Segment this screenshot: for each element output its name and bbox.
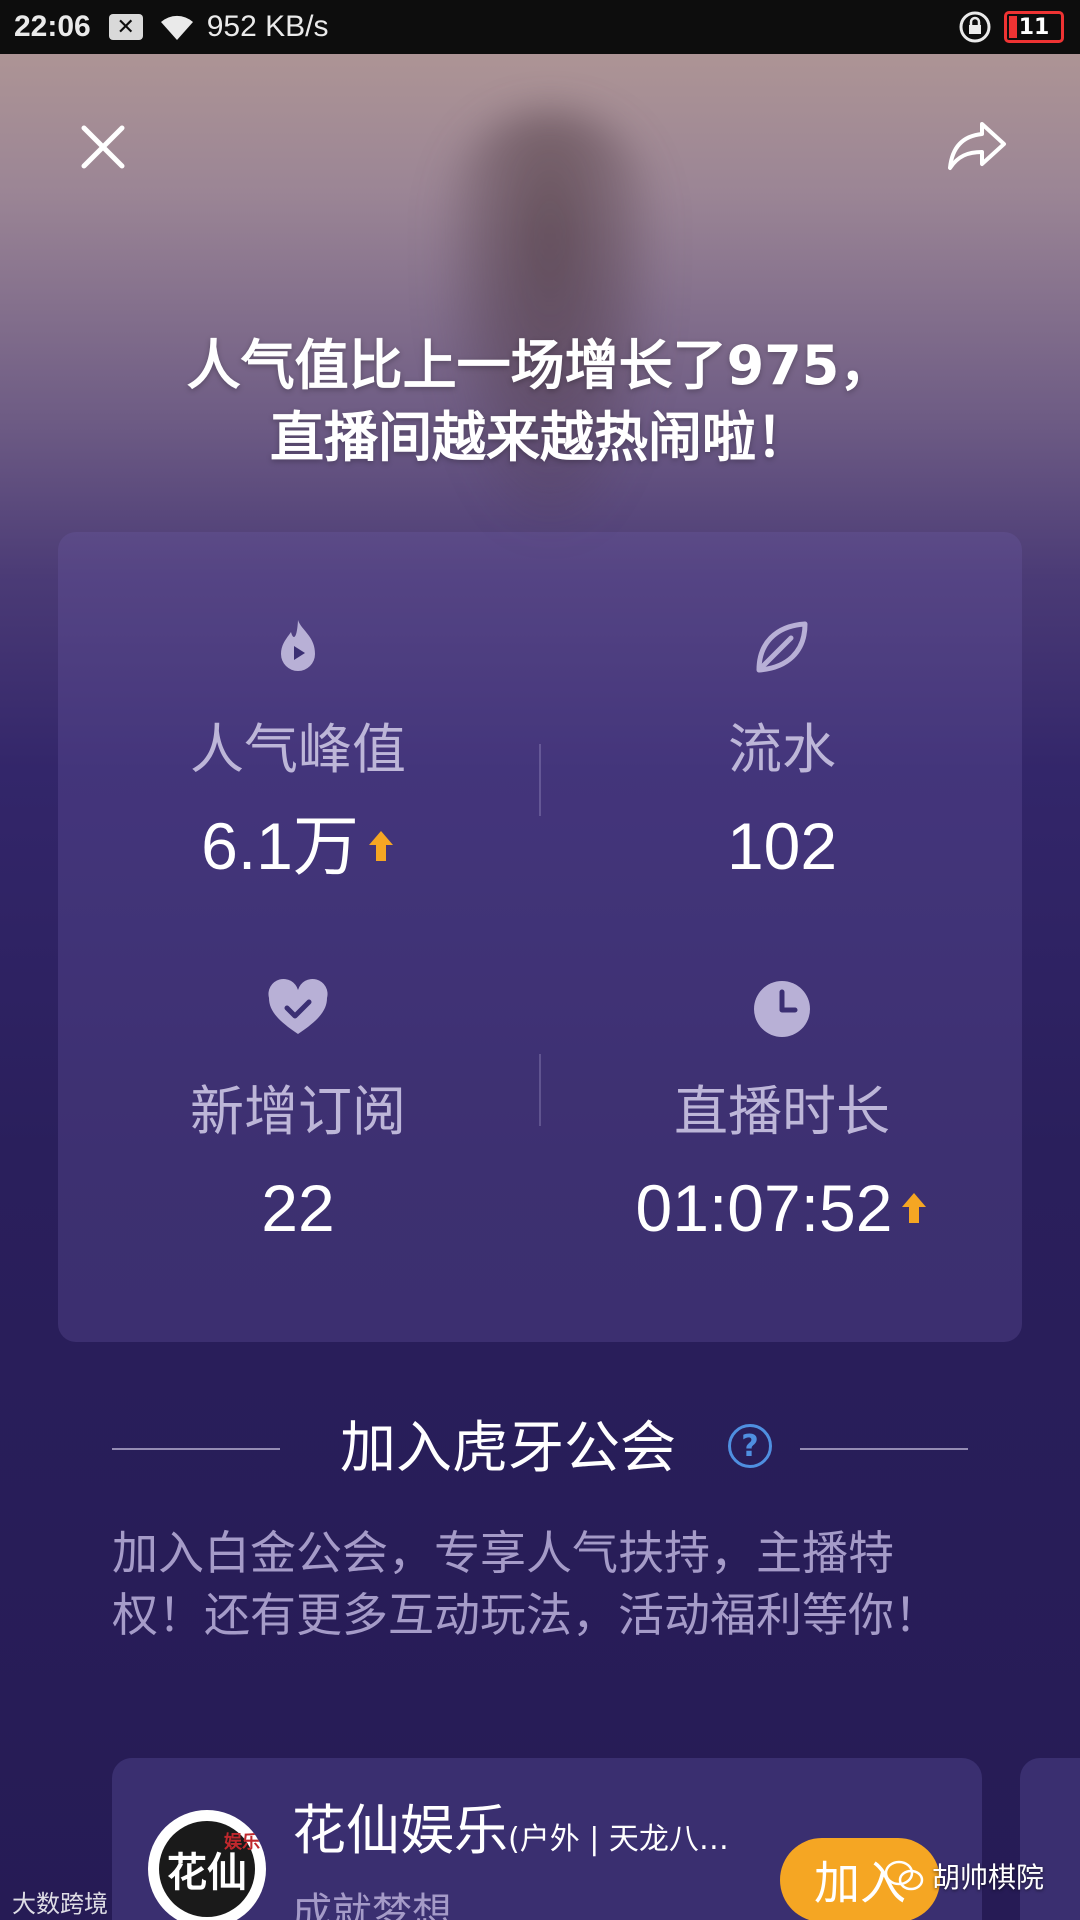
- guild-logo-badge: 娱乐: [224, 1832, 260, 1853]
- status-time: 22:06: [14, 10, 91, 43]
- network-speed: 952 KB/s: [206, 10, 329, 43]
- guild-name: 花仙娱乐: [292, 1799, 508, 1862]
- rotation-lock-icon: [959, 11, 991, 43]
- help-icon[interactable]: ?: [728, 1424, 772, 1468]
- watermark-left: 大数跨境: [12, 1884, 108, 1919]
- close-icon[interactable]: [78, 122, 128, 172]
- flame-play-icon: [281, 620, 315, 671]
- peak-popularity-value: 6.1万: [201, 809, 359, 883]
- status-bar: 22:06 ✕ 952 KB/s 11: [0, 0, 1080, 54]
- share-arrow-icon[interactable]: [946, 118, 1008, 172]
- watermark-left-text: 大数跨境: [12, 1890, 108, 1918]
- stat-label: 直播时长: [674, 1080, 890, 1143]
- live-summary-screen: 22:06 ✕ 952 KB/s 11 人气值比上一场增长了975， 直播间越来…: [0, 0, 1080, 1920]
- stat-revenue: 流水 102: [542, 616, 1022, 884]
- guild-description: 加入白金公会，专享人气扶持，主播特权！还有更多互动玩法，活动福利等你！: [112, 1526, 940, 1642]
- heart-check-icon: [268, 978, 328, 1034]
- clock-icon: [754, 981, 810, 1037]
- stat-label: 人气峰值: [190, 718, 406, 781]
- battery-indicator: 11: [1004, 11, 1064, 43]
- wechat-icon: [884, 1860, 924, 1891]
- headline-line-1: 人气值比上一场增长了975，: [186, 334, 894, 397]
- guild-name-row: 花仙娱乐(户外 | 天龙八…: [292, 1786, 729, 1865]
- leaf-icon: [756, 621, 808, 673]
- stat-value: 22: [261, 1171, 335, 1245]
- guild-tags: (户外 | 天龙八…: [508, 1822, 729, 1857]
- vertical-divider: [539, 744, 541, 816]
- guild-section-title: 加入虎牙公会: [340, 1416, 676, 1481]
- wifi-icon: [160, 15, 193, 40]
- trend-up-icon: [902, 1193, 927, 1223]
- stat-new-subscriptions: 新增订阅 22: [58, 978, 538, 1246]
- stat-value: 6.1万: [201, 808, 395, 884]
- watermark-right: 胡帅棋院: [884, 1856, 1044, 1896]
- vertical-divider: [539, 1054, 541, 1126]
- stat-live-duration: 直播时长 01:07:52: [542, 978, 1022, 1246]
- guild-card[interactable]: 花仙 娱乐 花仙娱乐(户外 | 天龙八… 成就梦想 加入: [112, 1758, 982, 1920]
- x-box-icon: ✕: [108, 14, 143, 40]
- stat-value: 01:07:52: [636, 1170, 929, 1246]
- divider-left: [112, 1448, 280, 1450]
- guild-section-header: 加入虎牙公会 ?: [0, 1408, 1080, 1488]
- watermark-right-text: 胡帅棋院: [932, 1861, 1045, 1894]
- stat-label: 新增订阅: [190, 1080, 406, 1143]
- headline: 人气值比上一场增长了975， 直播间越来越热闹啦！: [0, 330, 1080, 474]
- divider-right: [800, 1448, 968, 1450]
- stat-peak-popularity: 人气峰值 6.1万: [58, 616, 538, 884]
- stat-value: 102: [726, 809, 838, 883]
- trend-up-icon: [368, 831, 393, 861]
- headline-line-2: 直播间越来越热闹啦！: [270, 406, 810, 469]
- guild-subtitle: 成就梦想: [292, 1890, 452, 1920]
- stat-label: 流水: [728, 718, 836, 781]
- guild-logo: 花仙 娱乐: [148, 1810, 266, 1920]
- stats-card: 人气峰值 6.1万 流水 102 新增订阅 22 直播时长 01:07:52: [58, 532, 1022, 1342]
- live-duration-value: 01:07:52: [635, 1171, 893, 1245]
- battery-level: 11: [1018, 14, 1050, 40]
